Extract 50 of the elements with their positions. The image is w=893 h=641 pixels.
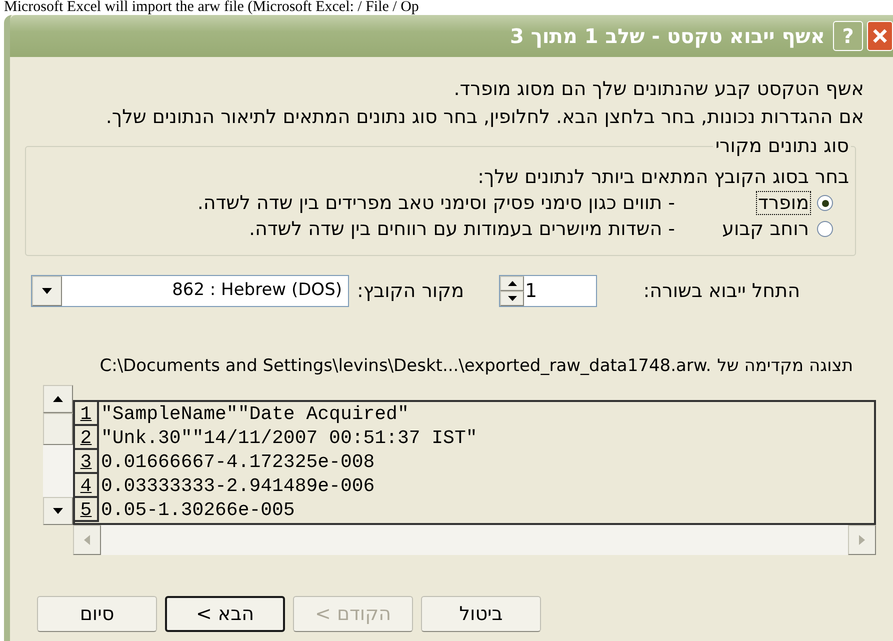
spin-up-button[interactable]: [500, 276, 524, 291]
preview-row-text: "SampleName""Date Acquired": [100, 402, 409, 426]
preview-row-text: 0.05-1.30266e-005: [100, 498, 295, 522]
row-number: 4: [75, 474, 99, 498]
close-button[interactable]: [867, 21, 893, 51]
scroll-up-button[interactable]: [43, 385, 73, 413]
scroll-right-button[interactable]: [848, 525, 876, 555]
row-number: 5: [75, 498, 99, 522]
preview-row-text: 0.01666667-4.172325e-008: [100, 450, 375, 474]
file-origin-value: 862 : Hebrew (DOS): [171, 279, 343, 302]
dropdown-button[interactable]: [32, 276, 62, 306]
radio-button[interactable]: [817, 195, 833, 211]
option-description: - השדות מיושרים בעמודות עם רווחים בין שדה לשדה.: [248, 216, 675, 242]
radio-label[interactable]: רוחב קבוע: [720, 216, 811, 241]
instruction-text: אשף הטקסט קבע שהנתונים שלך הם מסוג מופרד.: [454, 77, 864, 102]
window-title: אשף ייבוא טקסט - שלב 1 מתוך 3: [510, 23, 826, 50]
radio-button[interactable]: [817, 221, 833, 237]
vertical-scrollbar[interactable]: [43, 385, 73, 525]
instruction-text: אם ההגדרות נכונות, בחר בלחצן הבא. לחלופין, בחר סוג נתונים המתאים לתיאור הנתונים שלך.: [106, 105, 864, 130]
file-origin-label: מקור הקובץ:: [356, 278, 464, 304]
dialog-button[interactable]: < הבא: [165, 596, 285, 632]
caret-icon: [42, 288, 52, 294]
row-number: 3: [75, 450, 99, 474]
preview-label: תצוגה מקדימה של: [717, 355, 853, 378]
start-row-spinner[interactable]: 1: [499, 275, 597, 307]
preview-row-text: 0.03333333-2.941489e-006: [100, 474, 375, 498]
start-row-value: 1: [524, 278, 538, 304]
start-row-label: התחל ייבוא בשורה:: [642, 278, 800, 304]
background-caption: Microsoft Excel will import the arw file (Microsoft Excel: / File / Op: [3, 0, 419, 15]
down-arrow-icon: [508, 296, 516, 301]
up-arrow-icon: [508, 281, 516, 286]
right-arrow-icon: [859, 535, 865, 545]
scroll-thumb[interactable]: [43, 413, 73, 445]
scroll-down-button[interactable]: [43, 497, 73, 525]
close-icon: [872, 28, 888, 44]
up-arrow-icon: [53, 396, 63, 402]
row-number: 2: [75, 426, 99, 450]
left-arrow-icon: [84, 535, 90, 545]
preview-file-path: C:\Documents and Settings\levins\Deskt...\exported_raw_data1748.arw.: [100, 355, 712, 378]
dialog-button[interactable]: סיום: [37, 596, 157, 632]
option-description: - תווים כגון סימני פסיק וסימני טאב מפרידים בין שדה לשדה.: [197, 190, 675, 216]
group-prompt: בחר בסוג הקובץ המתאים ביותר לנתונים שלך:: [478, 165, 849, 190]
dialog-button[interactable]: ביטול: [421, 596, 541, 632]
file-origin-dropdown[interactable]: 862 : Hebrew (DOS): [31, 275, 349, 307]
row-number: 1: [75, 402, 99, 426]
preview-row-text: "Unk.30""14/11/2007 00:51:37 IST": [100, 426, 478, 450]
radio-label[interactable]: מופרד: [756, 190, 811, 215]
down-arrow-icon: [53, 508, 63, 514]
spin-down-button[interactable]: [500, 291, 524, 306]
horizontal-scrollbar[interactable]: [73, 525, 876, 555]
